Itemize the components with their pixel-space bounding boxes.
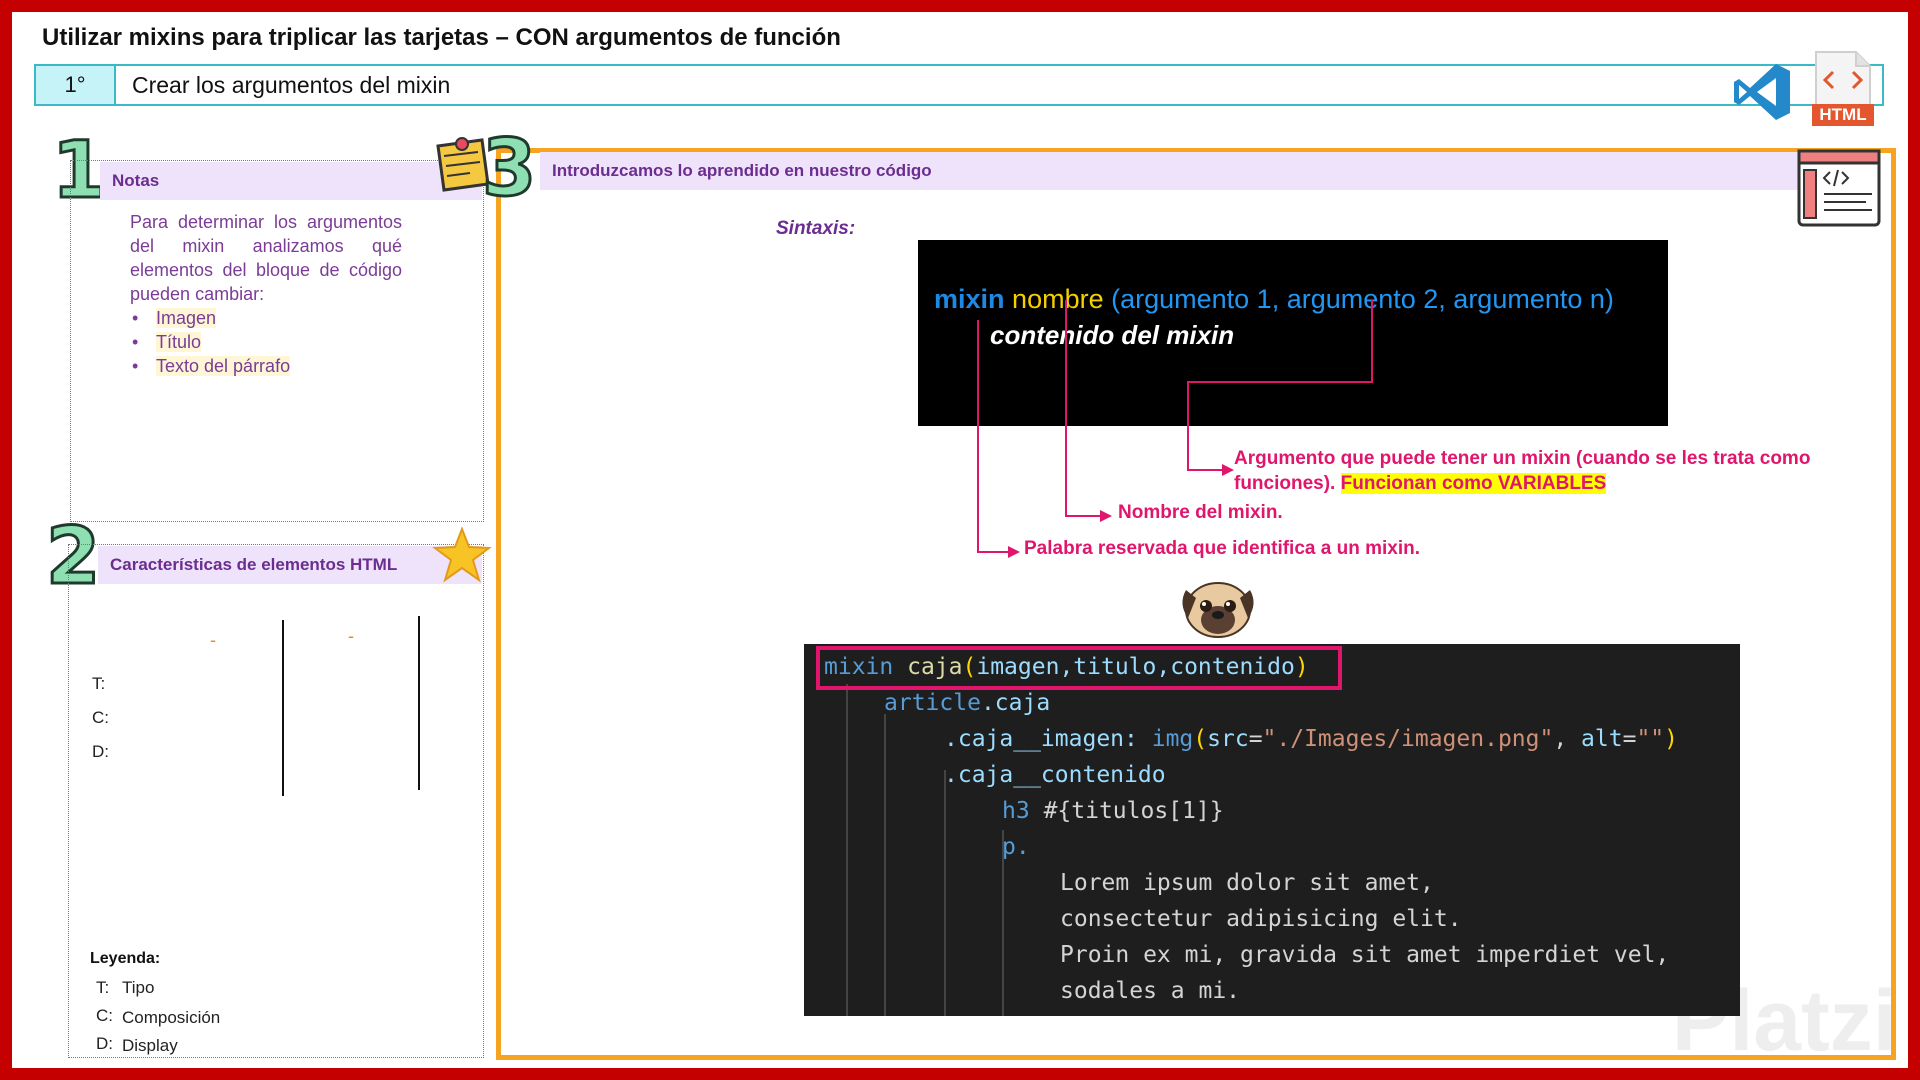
column-mark: - <box>348 626 354 646</box>
column-mark: - <box>210 630 216 650</box>
variables-highlight: Funcionan como VARIABLES <box>1340 473 1607 494</box>
legend-value: Tipo <box>122 978 155 997</box>
legend-value: Display <box>122 1036 178 1055</box>
annotation-keyword: Palabra reservada que identifica a un mi… <box>1024 538 1420 559</box>
html-file-icon: HTML <box>1810 48 1876 128</box>
step-number: 1° <box>36 66 116 104</box>
code-line-6: p. <box>1002 834 1030 860</box>
code-line-2: article.caja <box>884 690 1051 716</box>
code-line-5: h3 #{titulos[1]} <box>1002 798 1224 824</box>
annotation-connectors <box>977 300 1373 558</box>
notes-header: Notas <box>100 162 482 200</box>
step-text: Crear los argumentos del mixin <box>132 72 451 98</box>
page-title: Utilizar mixins para triplicar las tarje… <box>42 24 841 51</box>
syntax-label: Sintaxis: <box>776 218 856 239</box>
column-divider <box>418 616 420 790</box>
list-item: Texto del párrafo <box>130 354 402 378</box>
code-text-line: Proin ex mi, gravida sit amet imperdiet … <box>1060 942 1670 968</box>
list-item: Título <box>130 330 402 354</box>
star-icon <box>432 526 492 583</box>
vscode-logo-icon <box>1734 64 1790 120</box>
code-window-icon <box>1797 149 1881 227</box>
legend-key: T: <box>96 978 110 997</box>
code-text-line: sodales a mi. <box>1060 978 1241 1004</box>
pug-logo-icon <box>1182 582 1254 638</box>
section-number-3: 3 <box>480 124 537 214</box>
code-text-line: Lorem ipsum dolor sit amet, <box>1060 870 1434 896</box>
notes-list: Imagen Título Texto del párrafo <box>130 306 402 378</box>
list-item: Imagen <box>130 306 402 330</box>
annotation-name: Nombre del mixin. <box>1118 502 1283 523</box>
row-label: D: <box>92 742 109 761</box>
column-divider <box>282 620 284 796</box>
notes-body: Para determinar los argumentos del mixin… <box>130 210 402 378</box>
legend-key: C: <box>96 1006 113 1025</box>
legend-value: Composición <box>122 1008 221 1027</box>
row-label: T: <box>92 674 106 693</box>
code-text-line: consectetur adipisicing elit. <box>1060 906 1462 932</box>
legend-title: Leyenda: <box>90 950 161 967</box>
annotation-argument: Argumento que puede tener un mixin (cuan… <box>1234 448 1811 494</box>
mixin-highlight-box <box>816 646 1342 690</box>
code-editor: mixin caja(imagen,titulo,contenido) arti… <box>804 644 1740 1016</box>
row-label: C: <box>92 708 109 727</box>
slide: Utilizar mixins para triplicar las tarje… <box>12 12 1908 1068</box>
html-badge: HTML <box>1812 104 1874 126</box>
legend-key: D: <box>96 1034 113 1053</box>
code-panel-header: Introduzcamos lo aprendido en nuestro có… <box>540 152 1870 190</box>
code-line-4: .caja__contenido <box>944 762 1166 788</box>
code-line-3: .caja__imagen: img(src="./Images/imagen.… <box>944 726 1679 752</box>
characteristics-header: Características de elementos HTML <box>98 546 482 584</box>
notes-paragraph: Para determinar los argumentos del mixin… <box>130 212 402 304</box>
step-bar: 1° Crear los argumentos del mixin <box>34 64 1884 106</box>
